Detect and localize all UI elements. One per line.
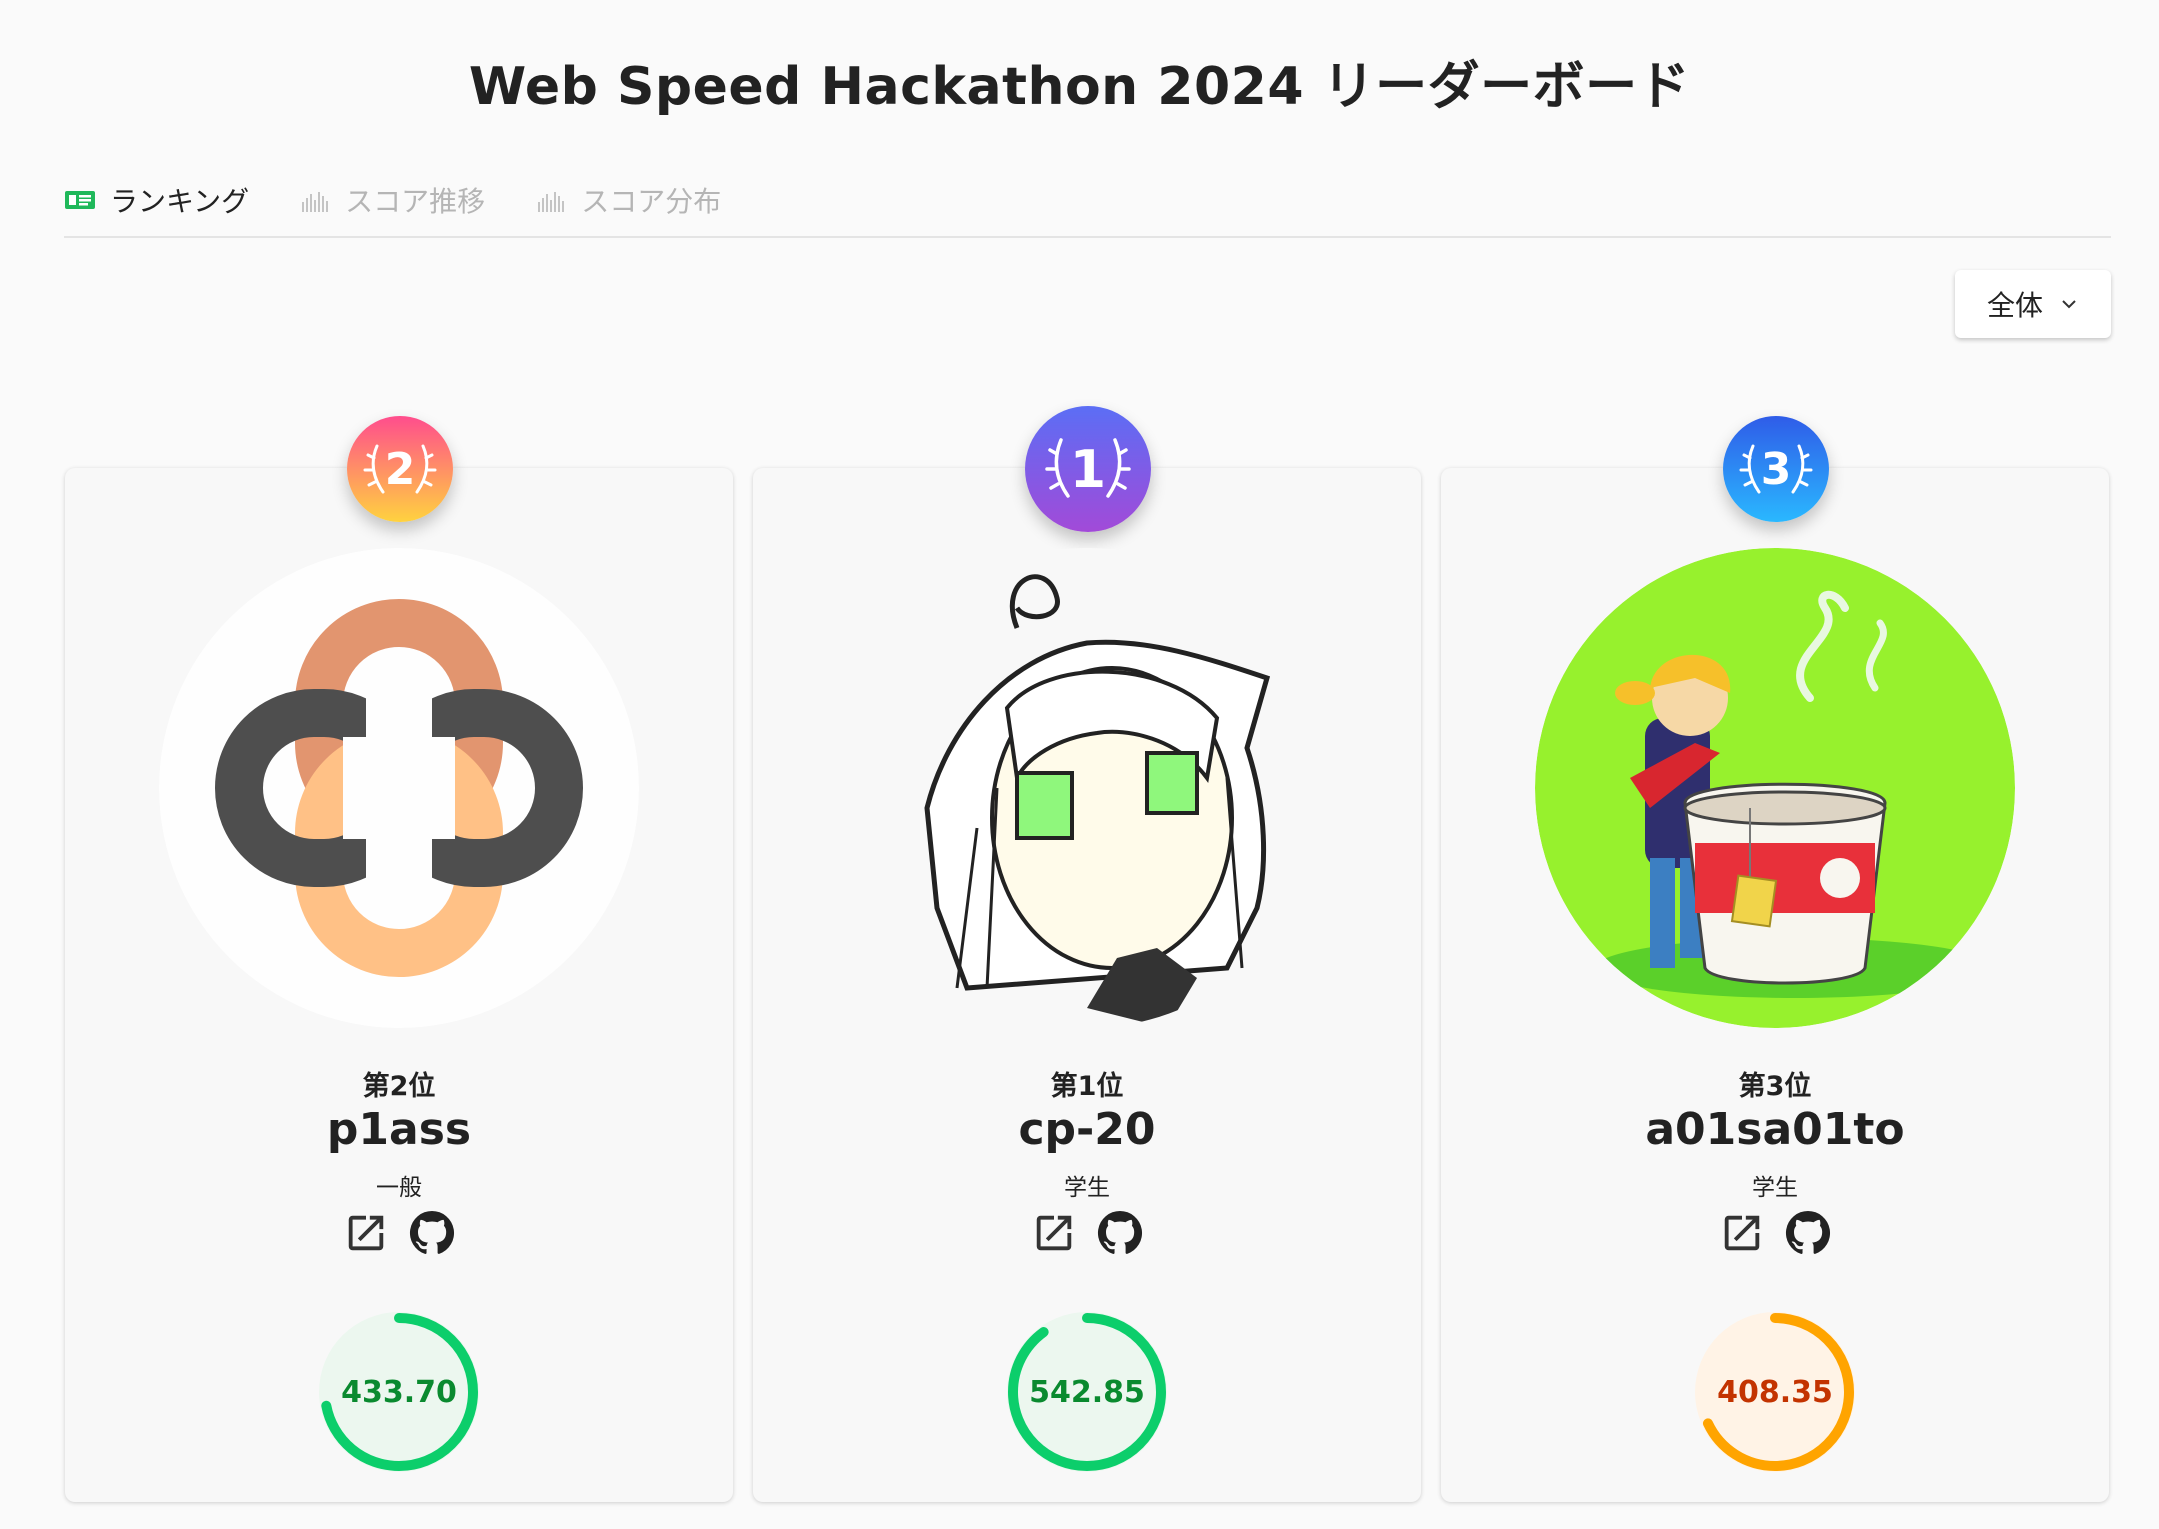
medal-1-icon: 1 <box>1025 406 1151 532</box>
svg-text:2: 2 <box>385 444 416 495</box>
ranking-card-1: 1 第1位 cp-20 学生 542.85 <box>753 406 1421 1502</box>
rank-label: 第1位 <box>1050 1071 1124 1102</box>
score-gauge: 408.35 <box>1695 1312 1855 1472</box>
external-link-icon[interactable] <box>343 1210 389 1256</box>
github-icon[interactable] <box>409 1210 455 1256</box>
ranking-card-icon <box>65 191 95 209</box>
page-title: Web Speed Hackathon 2024 リーダーボード <box>468 57 1691 117</box>
github-icon[interactable] <box>1785 1210 1831 1256</box>
tab-ranking[interactable]: ランキング <box>64 170 249 230</box>
filter-label: 全体 <box>1986 289 2043 322</box>
chevron-down-icon <box>2062 300 2076 309</box>
tab-label: ランキング <box>110 185 250 218</box>
github-icon[interactable] <box>1097 1210 1143 1256</box>
score-value: 433.70 <box>341 1374 457 1410</box>
tab-bar: ランキング スコア推移 スコア分布 <box>64 170 2111 238</box>
svg-text:1: 1 <box>1070 440 1106 500</box>
user-category: 一般 <box>376 1175 422 1201</box>
external-link-icon[interactable] <box>1719 1210 1765 1256</box>
ranking-card-2: 2 第2位 p1ass 一般 433.70 <box>65 416 733 1502</box>
bar-chart-icon <box>302 192 329 212</box>
user-category: 学生 <box>1752 1175 1798 1201</box>
user-avatar <box>1535 548 2015 1028</box>
link-group <box>65 1210 733 1256</box>
score-gauge: 433.70 <box>319 1312 479 1472</box>
user-name: p1ass <box>326 1104 472 1155</box>
rank-label: 第2位 <box>362 1071 436 1102</box>
tab-score-distribution[interactable]: スコア分布 <box>535 170 721 230</box>
score-value: 408.35 <box>1717 1374 1833 1410</box>
score-gauge: 542.85 <box>1007 1312 1167 1472</box>
external-link-icon[interactable] <box>1031 1210 1077 1256</box>
rank-label: 第3位 <box>1738 1071 1812 1102</box>
tab-label: スコア分布 <box>581 185 722 218</box>
medal-2-icon: 2 <box>347 416 453 522</box>
svg-text:3: 3 <box>1761 444 1792 495</box>
link-group <box>753 1210 1421 1256</box>
user-name: cp-20 <box>1018 1104 1156 1155</box>
user-name: a01sa01to <box>1645 1104 1905 1155</box>
link-group <box>1441 1210 2109 1256</box>
tab-score-trend[interactable]: スコア推移 <box>299 170 485 230</box>
score-value: 542.85 <box>1029 1374 1145 1410</box>
ranking-card-3: 3 第3位 a01sa01to 学生 408.35 <box>1441 416 2109 1502</box>
user-category: 学生 <box>1064 1175 1110 1201</box>
user-avatar <box>159 548 639 1028</box>
bar-chart-icon <box>538 192 565 212</box>
category-filter-dropdown[interactable]: 全体 <box>1955 270 2111 338</box>
medal-3-icon: 3 <box>1723 416 1829 522</box>
tab-label: スコア推移 <box>345 185 486 218</box>
user-avatar <box>847 548 1327 1028</box>
